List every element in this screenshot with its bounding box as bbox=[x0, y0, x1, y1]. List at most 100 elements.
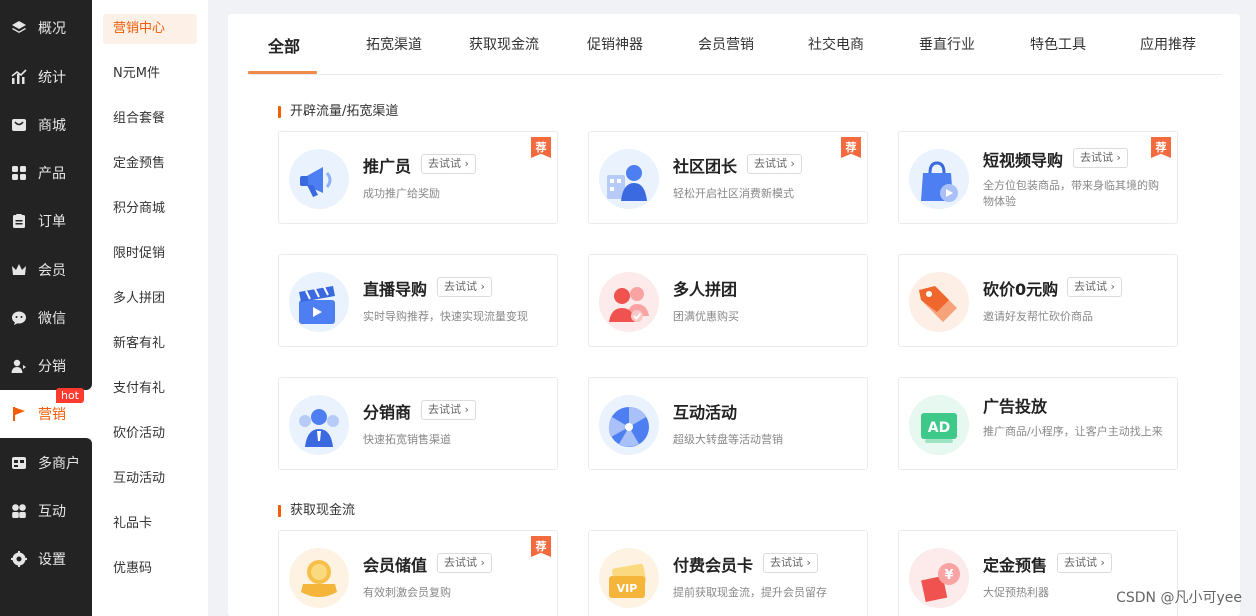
crown-icon bbox=[12, 264, 26, 275]
nav-item-interaction[interactable]: 互动 bbox=[0, 487, 92, 535]
card-desc: 超级大转盘等活动营销 bbox=[673, 433, 783, 446]
subnav-item-coupon-code[interactable]: 优惠码 bbox=[103, 554, 197, 584]
nav-item-orders[interactable]: 订单 bbox=[0, 197, 92, 245]
vip-card-icon: VIP bbox=[599, 548, 659, 608]
feature-card-bargain[interactable]: 砍价0元购 去试试 › 邀请好友帮忙砍价商品 bbox=[898, 254, 1178, 347]
card-desc: 提前获取现金流，提升会员留存 bbox=[673, 586, 827, 599]
nav-label: 营销 bbox=[38, 407, 66, 423]
feature-card-live-shopping[interactable]: 直播导购 去试试 › 实时导购推荐，快速实现流量变现 bbox=[278, 254, 558, 347]
nav-item-distribution[interactable]: 分销 bbox=[0, 342, 92, 390]
try-button[interactable]: 去试试 › bbox=[421, 154, 476, 174]
tab-app-recommend[interactable]: 应用推荐 bbox=[1140, 34, 1196, 54]
feature-card-interactive-activity[interactable]: 互动活动 超级大转盘等活动营销 bbox=[588, 377, 868, 470]
subnav-item-bundle[interactable]: 组合套餐 bbox=[103, 104, 197, 134]
card-desc: 成功推广给奖励 bbox=[363, 187, 440, 200]
nav-item-store[interactable]: 商城 bbox=[0, 101, 92, 149]
section-title: 开辟流量/拓宽渠道 bbox=[278, 104, 398, 120]
card-title: 互动活动 bbox=[673, 403, 738, 422]
section-title: 获取现金流 bbox=[278, 503, 355, 519]
feature-card-promoter[interactable]: 推广员 去试试 › 成功推广给奖励 荐 bbox=[278, 131, 558, 224]
card-title: 推广员 bbox=[363, 157, 412, 176]
tab-promotion-tools[interactable]: 促销神器 bbox=[587, 34, 643, 54]
multi-store-icon bbox=[12, 457, 26, 469]
feature-card-ad-placement[interactable]: AD 广告投放 推广商品/小程序，让客户主动找上来 bbox=[898, 377, 1178, 470]
tab-cash-flow[interactable]: 获取现金流 bbox=[469, 34, 539, 54]
tab-all[interactable]: 全部 bbox=[268, 33, 300, 56]
subnav-item-interactive-activity[interactable]: 互动活动 bbox=[103, 464, 197, 494]
try-button[interactable]: 去试试 › bbox=[421, 400, 476, 420]
subnav-item-group-buy[interactable]: 多人拼团 bbox=[103, 284, 197, 314]
coin-icon bbox=[289, 548, 349, 608]
svg-text:¥: ¥ bbox=[944, 568, 953, 583]
megaphone-icon bbox=[289, 149, 349, 209]
feature-card-community-leader[interactable]: 社区团长 去试试 › 轻松开启社区消费新模式 荐 bbox=[588, 131, 868, 224]
main-nav: 概况 统计 商城 产品 订单 会员 微信 分销 营销 多商户 互动 设置 hot bbox=[0, 0, 92, 616]
feature-card-member-stored-value[interactable]: 会员储值 去试试 › 有效刺激会员复购 荐 bbox=[278, 530, 558, 616]
card-title: 会员储值 bbox=[363, 556, 428, 575]
community-leader-icon bbox=[599, 149, 659, 209]
try-button[interactable]: 去试试 › bbox=[747, 154, 802, 174]
feature-card-group-buy[interactable]: 多人拼团 团满优惠购买 bbox=[588, 254, 868, 347]
feature-card-paid-membership[interactable]: VIP 付费会员卡 去试试 › 提前获取现金流，提升会员留存 bbox=[588, 530, 868, 616]
video-shopping-icon bbox=[909, 149, 969, 209]
nav-label: 设置 bbox=[38, 552, 66, 568]
try-button[interactable]: 去试试 › bbox=[437, 553, 492, 573]
subnav-item-bargain[interactable]: 砍价活动 bbox=[103, 419, 197, 449]
tab-member-marketing[interactable]: 会员营销 bbox=[698, 34, 754, 54]
tab-special-tools[interactable]: 特色工具 bbox=[1030, 34, 1086, 54]
order-icon bbox=[13, 214, 25, 228]
hot-badge: hot bbox=[56, 388, 84, 403]
try-button[interactable]: 去试试 › bbox=[1073, 148, 1128, 168]
try-button[interactable]: 去试试 › bbox=[437, 277, 492, 297]
card-desc: 团满优惠购买 bbox=[673, 310, 739, 323]
active-tab-indicator bbox=[248, 71, 317, 74]
nav-label: 订单 bbox=[38, 214, 66, 230]
subnav-item-gift-card[interactable]: 礼品卡 bbox=[103, 509, 197, 539]
nav-label: 产品 bbox=[38, 166, 66, 182]
tab-expand-channels[interactable]: 拓宽渠道 bbox=[366, 34, 422, 54]
feature-card-short-video-shopping[interactable]: 短视频导购 去试试 › 全方位包装商品，带来身临其境的购物体验 荐 bbox=[898, 131, 1178, 224]
nav-label: 微信 bbox=[38, 311, 66, 327]
price-tag-icon bbox=[909, 272, 969, 332]
try-button[interactable]: 去试试 › bbox=[763, 553, 818, 573]
recommended-badge: 荐 bbox=[1151, 137, 1171, 158]
user-share-icon bbox=[11, 359, 26, 373]
subnav-item-new-customer-gift[interactable]: 新客有礼 bbox=[103, 329, 197, 359]
recommended-badge: 荐 bbox=[531, 137, 551, 158]
subnav-item-points-mall[interactable]: 积分商城 bbox=[103, 194, 197, 224]
card-title: 砍价0元购 bbox=[983, 280, 1059, 299]
nav-item-members[interactable]: 会员 bbox=[0, 246, 92, 294]
svg-text:AD: AD bbox=[928, 420, 950, 436]
wechat-icon bbox=[12, 311, 26, 325]
nav-label: 概况 bbox=[38, 21, 66, 37]
nav-item-multi-merchant[interactable]: 多商户 bbox=[0, 439, 92, 487]
nav-item-products[interactable]: 产品 bbox=[0, 149, 92, 197]
try-button[interactable]: 去试试 › bbox=[1067, 277, 1122, 297]
deposit-icon: ¥ bbox=[909, 548, 969, 608]
nav-item-settings[interactable]: 设置 bbox=[0, 535, 92, 583]
feature-card-distributor[interactable]: 分销商 去试试 › 快速拓宽销售渠道 bbox=[278, 377, 558, 470]
subnav-item-payment-gift[interactable]: 支付有礼 bbox=[103, 374, 197, 404]
card-title: 直播导购 bbox=[363, 280, 428, 299]
nav-label: 商城 bbox=[38, 118, 66, 134]
marketing-center-panel: 全部 拓宽渠道 获取现金流 促销神器 会员营销 社交电商 垂直行业 特色工具 应… bbox=[228, 14, 1240, 616]
recommended-badge: 荐 bbox=[531, 536, 551, 557]
subnav-item-n-yuan-m-items[interactable]: N元M件 bbox=[103, 59, 197, 89]
subnav-item-marketing-center[interactable]: 营销中心 bbox=[103, 14, 197, 44]
tab-social-ecommerce[interactable]: 社交电商 bbox=[808, 34, 864, 54]
recommended-badge: 荐 bbox=[841, 137, 861, 158]
tab-vertical-industry[interactable]: 垂直行业 bbox=[919, 34, 975, 54]
nav-item-overview[interactable]: 概况 bbox=[0, 4, 92, 52]
try-button[interactable]: 去试试 › bbox=[1057, 553, 1112, 573]
nav-item-wechat[interactable]: 微信 bbox=[0, 294, 92, 342]
subnav-item-deposit-presale[interactable]: 定金预售 bbox=[103, 149, 197, 179]
layers-icon bbox=[12, 21, 26, 33]
nav-label: 统计 bbox=[38, 70, 66, 86]
card-title: 多人拼团 bbox=[673, 280, 738, 299]
interact-icon bbox=[12, 504, 26, 518]
clapperboard-icon bbox=[289, 272, 349, 332]
nav-item-stats[interactable]: 统计 bbox=[0, 53, 92, 101]
subnav-item-flash-sale[interactable]: 限时促销 bbox=[103, 239, 197, 269]
group-buy-icon bbox=[599, 272, 659, 332]
card-desc: 全方位包装商品，带来身临其境的购物体验 bbox=[983, 179, 1159, 208]
